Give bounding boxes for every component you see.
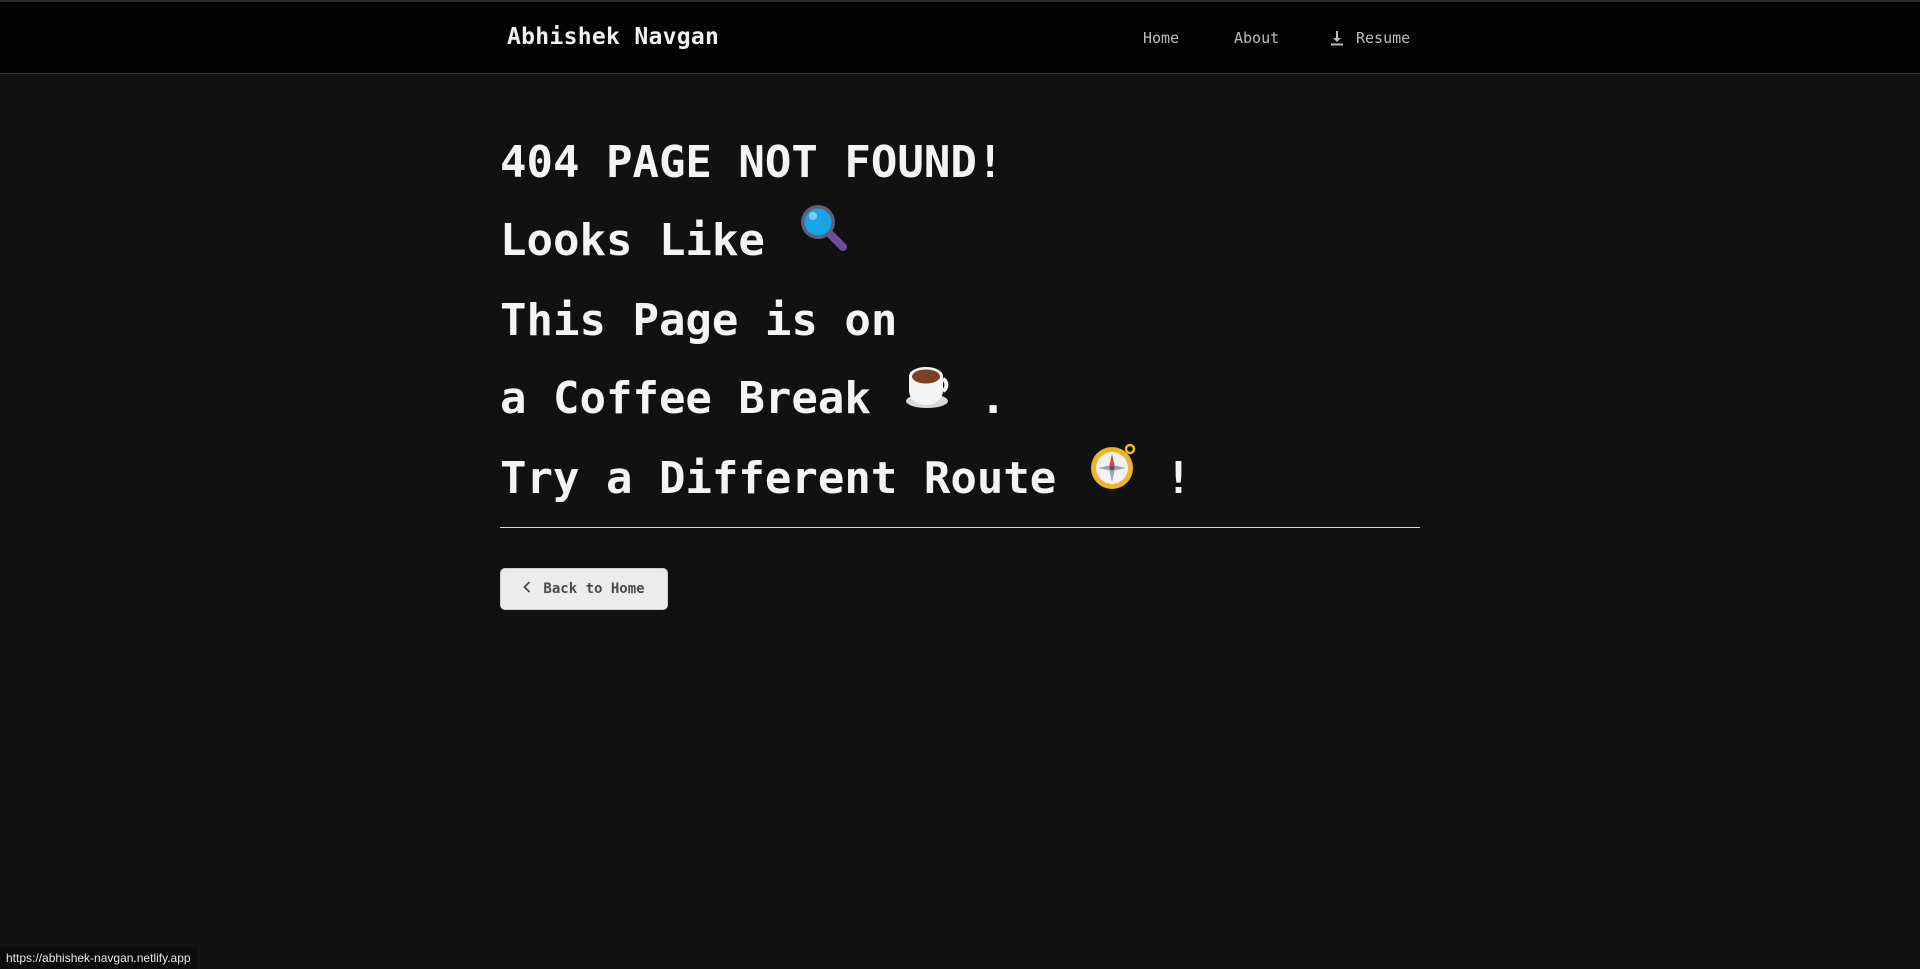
magnifying-glass-icon: [797, 200, 849, 278]
coffee-break-period: .: [979, 373, 1007, 424]
headline-different-route: Try a Different Route !: [500, 440, 1420, 520]
top-navbar: Abhishek Navgan Home About Resume: [0, 0, 1920, 74]
back-to-home-button[interactable]: Back to Home: [500, 568, 668, 610]
compass-icon: [1089, 438, 1139, 516]
headline-404: 404 PAGE NOT FOUND!: [500, 124, 1420, 202]
headline-404-text: 404 PAGE NOT FOUND!: [500, 137, 1004, 188]
status-bar-url: https://abhishek-navgan.netlify.app: [0, 947, 197, 969]
headline-looks-like: Looks Like: [500, 202, 1420, 282]
back-to-home-label: Back to Home: [543, 581, 645, 597]
brand-logo-text[interactable]: Abhishek Navgan: [507, 24, 719, 50]
different-route-exclamation: !: [1165, 453, 1192, 504]
page-on-text: This Page is on: [500, 295, 898, 346]
headline-coffee-break: a Coffee Break .: [500, 360, 1420, 440]
nav-resume-label: Resume: [1356, 29, 1411, 47]
coffee-break-text: a Coffee Break: [500, 373, 871, 424]
section-divider: [500, 527, 1420, 528]
looks-like-text: Looks Like: [500, 215, 765, 266]
headline-page-on: This Page is on: [500, 282, 1420, 360]
nav-link-about[interactable]: About: [1234, 29, 1279, 47]
nav-link-resume[interactable]: Resume: [1330, 29, 1410, 47]
coffee-cup-icon: [903, 358, 953, 436]
nav-link-home[interactable]: Home: [1143, 29, 1179, 47]
chevron-left-icon: [523, 581, 531, 597]
different-route-text: Try a Different Route: [500, 453, 1057, 504]
download-icon: [1330, 30, 1344, 46]
not-found-message: 404 PAGE NOT FOUND! Looks Like This Page…: [500, 124, 1420, 520]
